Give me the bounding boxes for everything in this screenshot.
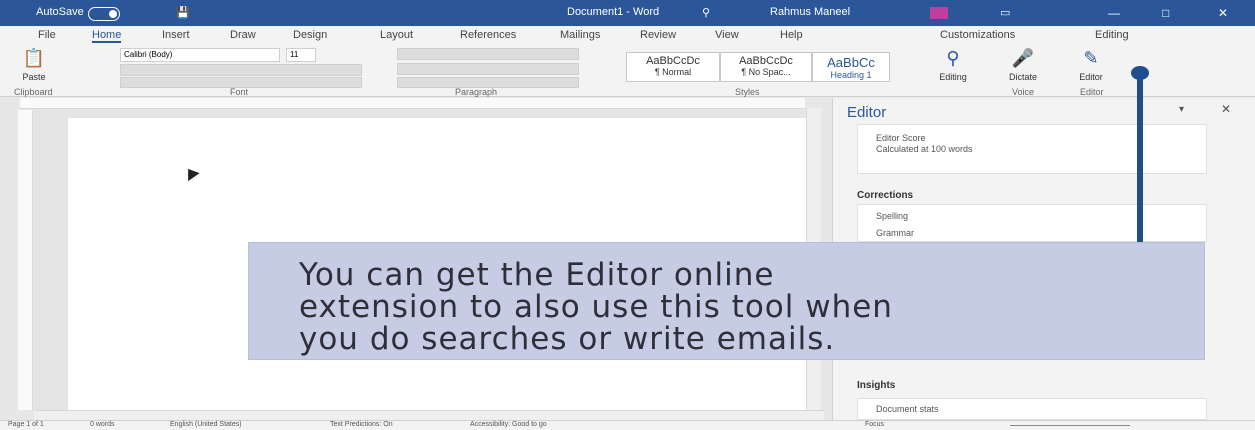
status-words[interactable]: 0 words [90,421,115,428]
group-label-paragraph: Paragraph [455,87,498,97]
style-normal-preview: AaBbCcDc [646,55,700,67]
pane-options-icon[interactable]: ▾ [1179,104,1184,115]
tab-draw[interactable]: Draw [230,29,256,41]
style-normal[interactable]: AaBbCcDc ¶ Normal [626,52,720,82]
callout-pointer-dot [1131,66,1149,80]
paste-button[interactable]: 📋 Paste [16,48,52,86]
tab-review[interactable]: Review [640,29,676,41]
find-icon: ⚲ [946,48,960,68]
ribbon: 📋 Paste Calibri (Body) 11 AaBbCcDc ¶ Nor… [0,44,1255,97]
title-bar: AutoSave 💾 Document1 - Word ⚲ Rahmus Man… [0,0,1255,26]
font-format-row[interactable] [120,64,362,76]
group-label-clipboard: Clipboard [14,87,53,97]
menu-bar: File Home Insert Draw Design Layout Refe… [0,26,1255,44]
insights-card[interactable]: Document stats [857,398,1207,420]
pane-close-icon[interactable]: ✕ [1221,102,1231,116]
callout-pointer-line [1137,73,1143,242]
editor-pane-title: Editor [847,104,887,121]
save-icon[interactable]: 💾 [176,6,190,19]
editing-label: Editing [939,72,967,82]
dictate-label: Dictate [1008,72,1037,82]
group-label-editor: Editor [1080,87,1104,97]
font-size-select[interactable]: 11 [286,48,316,62]
tip-callout-text: You can get the Editor online extension … [299,257,893,357]
corrections-heading: Corrections [857,190,914,201]
tip-callout: You can get the Editor online extension … [248,242,1205,360]
editor-button[interactable]: ✎ Editor [1068,48,1114,86]
editor-label: Editor [1079,72,1103,82]
editor-pen-icon: ✎ [1083,48,1099,68]
paste-label: Paste [22,72,46,82]
tab-design[interactable]: Design [293,29,327,41]
document-title: Document1 - Word [567,6,660,18]
zoom-slider[interactable] [1010,425,1130,426]
tab-home[interactable]: Home [92,29,122,43]
avatar[interactable] [930,7,948,19]
style-heading-name: Heading 1 [830,70,872,80]
status-predictions[interactable]: Text Predictions: On [330,421,393,428]
editing-mode-button[interactable]: Editing [1095,29,1129,41]
clipboard-icon: 📋 [22,48,46,68]
style-normal-name: ¶ Normal [654,67,692,77]
style-heading-preview: AaBbCc [827,55,875,70]
font-name-select[interactable]: Calibri (Body) [120,48,280,62]
style-heading-1[interactable]: AaBbCc Heading 1 [812,52,890,82]
ribbon-display-icon[interactable]: ▭ [1000,6,1010,19]
editor-score-card[interactable]: Editor Score Calculated at 100 words [857,124,1207,174]
corrections-card: Spelling Grammar [857,204,1207,242]
tab-mailings[interactable]: Mailings [560,29,600,41]
tab-view[interactable]: View [715,29,739,41]
tab-insert[interactable]: Insert [162,29,190,41]
paragraph-list-row[interactable] [397,48,579,60]
group-label-voice: Voice [1012,87,1035,97]
group-label-font: Font [230,87,249,97]
vertical-ruler[interactable] [18,110,33,410]
maximize-icon[interactable]: □ [1162,6,1169,20]
autosave-toggle[interactable] [88,7,120,21]
tab-references[interactable]: References [460,29,516,41]
editing-button[interactable]: ⚲ Editing [930,48,976,86]
search-icon[interactable]: ⚲ [702,6,710,19]
horizontal-ruler[interactable] [20,98,805,109]
style-no-spacing-preview: AaBbCcDc [739,55,793,67]
user-name[interactable]: Rahmus Maneel [770,6,850,18]
tab-file[interactable]: File [38,29,56,41]
editor-score-label: Editor Score [876,133,926,143]
font-size-value: 11 [290,50,299,59]
minimize-icon[interactable]: — [1108,6,1120,20]
style-no-spacing-name: ¶ No Spac... [741,67,791,77]
insights-document-stats: Document stats [876,404,939,414]
paragraph-align-row[interactable] [397,63,579,75]
customizations-button[interactable]: Customizations [940,29,1015,41]
font-name-value: Calibri (Body) [124,50,173,59]
status-page[interactable]: Page 1 of 1 [8,421,44,428]
microphone-icon: 🎤 [1011,48,1035,68]
style-no-spacing[interactable]: AaBbCcDc ¶ No Spac... [720,52,812,82]
autosave-label: AutoSave [36,6,84,18]
status-accessibility[interactable]: Accessibility: Good to go [470,421,547,428]
editor-score-detail: Calculated at 100 words [876,144,973,154]
correction-spelling[interactable]: Spelling [876,211,908,221]
tab-help[interactable]: Help [780,29,803,41]
insights-heading: Insights [857,380,896,391]
status-focus[interactable]: Focus [865,421,884,428]
dictate-button[interactable]: 🎤 Dictate [1000,48,1046,86]
correction-grammar[interactable]: Grammar [876,228,914,238]
group-label-styles: Styles [735,87,760,97]
status-language[interactable]: English (United States) [170,421,242,428]
close-icon[interactable]: ✕ [1218,6,1228,20]
tab-layout[interactable]: Layout [380,29,413,41]
